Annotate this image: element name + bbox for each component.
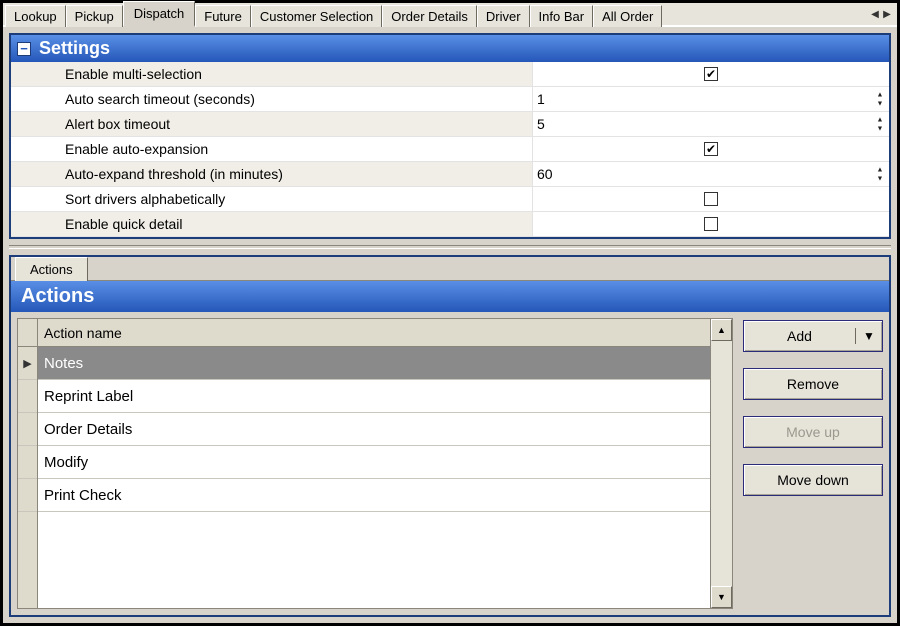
- spin-down-icon[interactable]: ▼: [873, 175, 887, 183]
- tab-scroll: ◀ ▶: [869, 3, 897, 25]
- spin-up-icon[interactable]: ▲: [873, 116, 887, 124]
- setting-label: Sort drivers alphabetically: [11, 187, 533, 212]
- setting-label: Auto search timeout (seconds): [11, 87, 533, 112]
- tab-future[interactable]: Future: [195, 5, 251, 27]
- current-row-icon: ▶: [23, 357, 31, 370]
- setting-label: Enable auto-expansion: [11, 137, 533, 162]
- add-button[interactable]: Add ▼: [743, 320, 883, 352]
- move-down-button[interactable]: Move down: [743, 464, 883, 496]
- spin-up-icon[interactable]: ▲: [873, 166, 887, 174]
- list-item[interactable]: Order Details: [38, 413, 710, 446]
- spinner[interactable]: ▲▼: [873, 91, 887, 108]
- setting-label: Alert box timeout: [11, 112, 533, 137]
- actions-header: Actions: [11, 281, 889, 312]
- tab-driver[interactable]: Driver: [477, 5, 530, 27]
- scroll-down-icon[interactable]: ▼: [711, 586, 732, 608]
- setting-label: Enable multi-selection: [11, 62, 533, 87]
- tab-actions[interactable]: Actions: [15, 257, 88, 281]
- tab-all-order[interactable]: All Order: [593, 5, 662, 27]
- list-item[interactable]: Modify: [38, 446, 710, 479]
- setting-value-spin[interactable]: 60 ▲▼: [533, 162, 889, 187]
- scroll-up-icon[interactable]: ▲: [711, 319, 732, 341]
- row-indicator: ▶: [18, 347, 37, 380]
- setting-label: Auto-expand threshold (in minutes): [11, 162, 533, 187]
- checkbox-icon[interactable]: [704, 217, 718, 231]
- spinner[interactable]: ▲▼: [873, 166, 887, 183]
- spin-down-icon[interactable]: ▼: [873, 100, 887, 108]
- grid-corner: [18, 319, 37, 347]
- row-indicator: [18, 479, 37, 512]
- grid-main: Action name Notes Reprint Label Order De…: [38, 319, 710, 608]
- tab-scroll-right-icon[interactable]: ▶: [881, 7, 893, 21]
- setting-label: Enable quick detail: [11, 212, 533, 237]
- settings-title: Settings: [39, 38, 110, 59]
- move-up-button[interactable]: Move up: [743, 416, 883, 448]
- tab-pickup[interactable]: Pickup: [66, 5, 123, 27]
- collapse-icon[interactable]: −: [17, 42, 31, 56]
- settings-header: − Settings: [11, 35, 889, 62]
- button-column: Add ▼ Remove Move up Move down: [743, 318, 883, 609]
- row-indicator: [18, 380, 37, 413]
- actions-panel: Actions Actions ▶ Action name Notes Repr…: [9, 255, 891, 617]
- setting-value-check[interactable]: ✔: [533, 137, 889, 162]
- spin-up-icon[interactable]: ▲: [873, 91, 887, 99]
- divider: [9, 245, 891, 249]
- column-header[interactable]: Action name: [38, 319, 710, 347]
- tab-lookup[interactable]: Lookup: [5, 5, 66, 27]
- add-dropdown-icon[interactable]: ▼: [856, 329, 882, 343]
- setting-value-spin[interactable]: 1 ▲▼: [533, 87, 889, 112]
- actions-body: ▶ Action name Notes Reprint Label Order …: [11, 312, 889, 615]
- setting-value-check[interactable]: [533, 187, 889, 212]
- checkbox-icon[interactable]: ✔: [704, 142, 718, 156]
- setting-value-check[interactable]: ✔: [533, 62, 889, 87]
- spinner[interactable]: ▲▼: [873, 116, 887, 133]
- setting-value-spin[interactable]: 5 ▲▼: [533, 112, 889, 137]
- remove-button[interactable]: Remove: [743, 368, 883, 400]
- lower-tabstrip: Actions: [11, 257, 889, 281]
- settings-grid: Enable multi-selection ✔ Auto search tim…: [11, 62, 889, 237]
- checkbox-icon[interactable]: [704, 192, 718, 206]
- spin-down-icon[interactable]: ▼: [873, 125, 887, 133]
- checkbox-icon[interactable]: ✔: [704, 67, 718, 81]
- tab-info-bar[interactable]: Info Bar: [530, 5, 594, 27]
- actions-grid: ▶ Action name Notes Reprint Label Order …: [17, 318, 733, 609]
- tab-customer-selection[interactable]: Customer Selection: [251, 5, 382, 27]
- tab-order-details[interactable]: Order Details: [382, 5, 477, 27]
- tab-scroll-left-icon[interactable]: ◀: [869, 7, 881, 21]
- row-header-column: ▶: [18, 319, 38, 608]
- list-item[interactable]: Notes: [38, 347, 710, 380]
- main-tabstrip: Lookup Pickup Dispatch Future Customer S…: [3, 3, 897, 27]
- add-button-label: Add: [744, 328, 856, 344]
- setting-value-check[interactable]: [533, 212, 889, 237]
- settings-section: − Settings Enable multi-selection ✔ Auto…: [9, 33, 891, 239]
- window-root: Lookup Pickup Dispatch Future Customer S…: [0, 0, 900, 626]
- row-indicator: [18, 446, 37, 479]
- vertical-scrollbar[interactable]: ▲ ▼: [710, 319, 732, 608]
- list-item[interactable]: Reprint Label: [38, 380, 710, 413]
- row-indicator: [18, 413, 37, 446]
- spin-value: 1: [537, 91, 545, 107]
- spin-value: 60: [537, 166, 553, 182]
- spin-value: 5: [537, 116, 545, 132]
- tab-dispatch[interactable]: Dispatch: [123, 1, 196, 27]
- list-item[interactable]: Print Check: [38, 479, 710, 512]
